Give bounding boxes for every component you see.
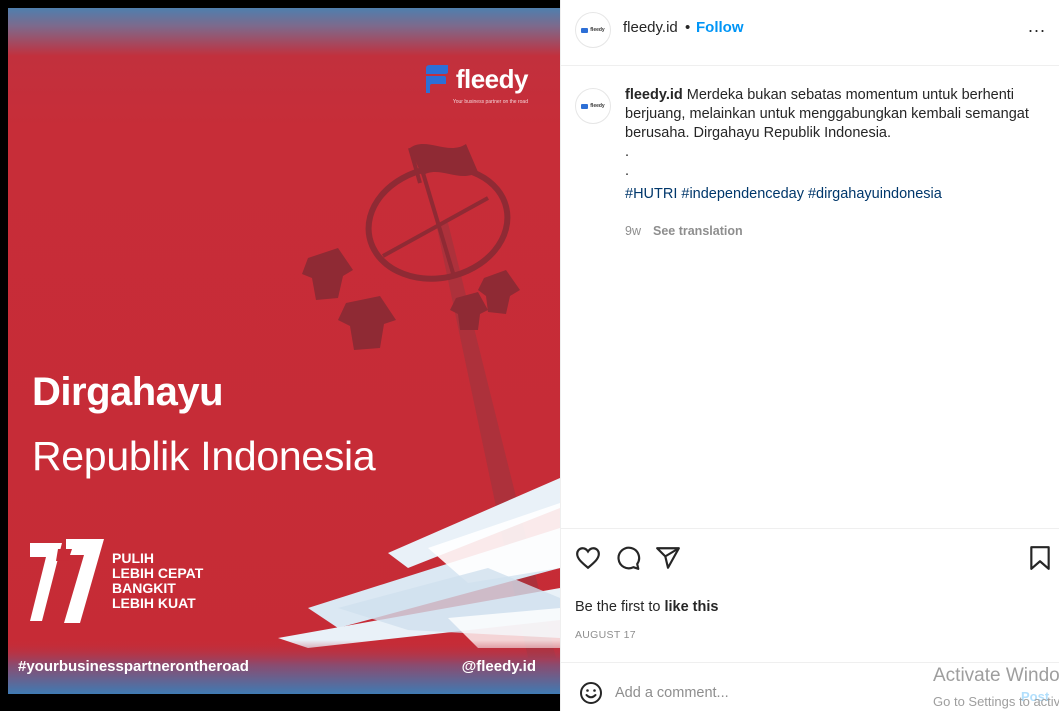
brand-name: fleedy [455, 64, 529, 94]
username-link[interactable]: fleedy.id [623, 19, 678, 36]
caption-section: fleedy fleedy.id Merdeka bukan sebatas m… [561, 66, 1059, 528]
like-this-link[interactable]: like this [664, 599, 718, 615]
caption-dot: . [625, 163, 630, 179]
caption-dot: . [625, 144, 630, 160]
likes-prefix: Be the first to [575, 599, 665, 615]
caption-text: fleedy.id Merdeka bukan sebatas momentum… [625, 86, 1030, 204]
follow-button[interactable]: Follow [696, 19, 744, 36]
brand-logo: fleedy [424, 64, 529, 94]
slogan-line: LEBIH CEPAT [112, 565, 204, 581]
post-artwork: fleedy Your business partner on the road… [8, 8, 560, 694]
bookmark-icon[interactable] [1027, 545, 1053, 571]
slogan-line: PULIH [112, 550, 154, 566]
post-image[interactable]: fleedy Your business partner on the road… [0, 0, 560, 711]
avatar[interactable]: fleedy [575, 88, 611, 124]
footer-handle: @fleedy.id [461, 658, 536, 675]
headline-bold: Dirgahayu [32, 370, 224, 414]
see-translation-button[interactable]: See translation [653, 224, 743, 238]
heart-icon[interactable] [575, 545, 601, 571]
slogan-line: BANGKIT [112, 580, 176, 596]
comment-input[interactable] [615, 681, 915, 705]
fleedy-logo-icon [581, 103, 589, 109]
slogan: PULIH LEBIH CEPAT BANGKIT LEBIH KUAT [112, 551, 203, 611]
separator-dot: • [685, 19, 691, 36]
slogan-line: LEBIH KUAT [112, 595, 196, 611]
post-date[interactable]: AUGUST 17 [575, 629, 636, 641]
fleedy-logo-icon [425, 65, 448, 93]
brand-tagline: Your business partner on the road [452, 99, 528, 105]
anniversary-77-logo [30, 539, 104, 623]
time-ago: 9w [625, 224, 641, 238]
post-button[interactable]: Post [1021, 689, 1049, 704]
avatar[interactable]: fleedy [575, 12, 611, 48]
post-side-panel: fleedy fleedy.id • Follow ... fleedy fle… [560, 0, 1059, 711]
comment-icon[interactable] [615, 545, 641, 571]
more-options-icon[interactable]: ... [1028, 16, 1046, 37]
hashtag-links[interactable]: #HUTRI #independenceday #dirgahayuindone… [625, 185, 1030, 204]
avatar-text: fleedy [590, 103, 605, 109]
post-header: fleedy fleedy.id • Follow ... [561, 0, 1059, 66]
comment-bar: Post [561, 662, 1059, 711]
fleedy-logo-icon [581, 27, 589, 33]
avatar-text: fleedy [590, 27, 605, 33]
headline-light: Republik Indonesia [32, 433, 376, 479]
caption-body: Merdeka bukan sebatas momentum untuk ber… [625, 87, 1029, 141]
footer-hashtag: #yourbusinesspartnerontheroad [18, 658, 249, 675]
emoji-icon[interactable] [579, 681, 603, 705]
caption-meta: 9w See translation [625, 224, 743, 238]
share-icon[interactable] [655, 545, 681, 571]
likes-text: Be the first to like this [575, 599, 718, 615]
caption-username[interactable]: fleedy.id [625, 87, 683, 103]
post-actions: Be the first to like this AUGUST 17 [561, 528, 1059, 662]
